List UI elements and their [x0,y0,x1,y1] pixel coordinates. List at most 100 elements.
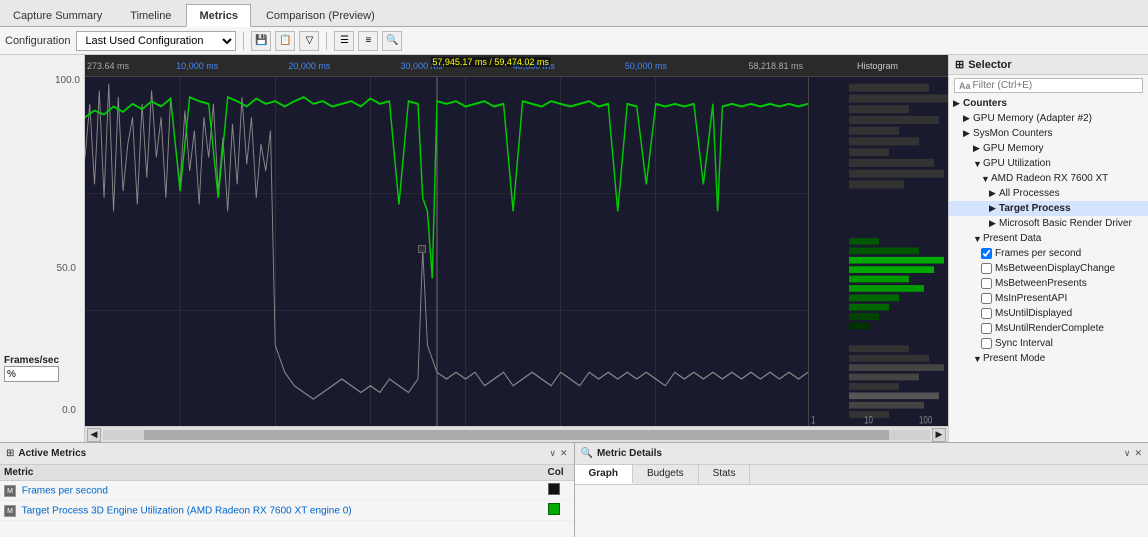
metric-row-2[interactable]: M Target Process 3D Engine Utilization (… [0,501,574,521]
tree-item-gpu-utilization[interactable]: ▼ GPU Utilization [949,156,1148,171]
tree-item-ms-until-displayed[interactable]: MsUntilDisplayed [949,306,1148,321]
tree-arrow: ▼ [973,354,983,364]
detail-tabs-bar: Graph Budgets Stats [575,465,1148,485]
toolbar: Configuration Last Used Configuration De… [0,27,1148,55]
metric-cell-2: M Target Process 3D Engine Utilization (… [0,501,544,521]
time-marker-5: 50,000 ms [625,61,667,71]
tree-label: Present Mode [983,353,1045,364]
tree-item-sync-interval[interactable]: Sync Interval [949,336,1148,351]
histogram-panel: 1 10 100 [808,77,948,426]
tab-timeline[interactable]: Timeline [117,4,184,26]
frames-per-sec-checkbox[interactable] [981,248,992,259]
toolbar-list2-btn[interactable]: ≡ [358,31,378,51]
chart-marker [418,245,426,253]
detail-tab-stats[interactable]: Stats [699,465,751,484]
tree-item-ms-in-present[interactable]: MsInPresentAPI [949,291,1148,306]
tree-item-target-process[interactable]: ▶ Target Process [949,201,1148,216]
tree-item-ms-between-display[interactable]: MsBetweenDisplayChange [949,261,1148,276]
tree-label: SysMon Counters [973,128,1052,139]
tree-item-ms-between-presents[interactable]: MsBetweenPresents [949,276,1148,291]
metric-details-close-btn[interactable]: ✕ [1134,448,1142,459]
config-select[interactable]: Last Used Configuration Default Custom [76,31,236,51]
tree-label: Microsoft Basic Render Driver [999,218,1132,229]
tree-label: GPU Memory (Adapter #2) [973,113,1092,124]
metric-icon-1: M [4,485,16,497]
active-metrics-panel: ⊞ Active Metrics ∨ ✕ Metric Col M Frames… [0,443,575,537]
toolbar-dropdown-btn[interactable]: ▽ [299,31,319,51]
tree-item-present-mode[interactable]: ▼ Present Mode [949,351,1148,366]
filter-box[interactable]: Aa [954,78,1143,93]
cursor-time: 57,945.17 ms / 59,474.02 ms [430,57,551,67]
tree-label: MsInPresentAPI [995,293,1067,304]
metric-row-1[interactable]: M Frames per second [0,481,574,501]
active-metrics-close-btn[interactable]: ✕ [560,448,568,459]
ms-until-render-checkbox[interactable] [981,323,992,334]
scroll-right-btn[interactable]: ▶ [932,428,946,442]
toolbar-copy-btn[interactable]: 📋 [275,31,295,51]
metric-color-1 [544,481,574,501]
filter-input[interactable] [973,80,1138,91]
tree-item-gpu-memory-adapter[interactable]: ▶ GPU Memory (Adapter #2) [949,111,1148,126]
tree-arrow: ▼ [981,174,991,184]
chart-svg [85,77,808,426]
scroll-thumb[interactable] [144,430,888,440]
filter-icon: Aa [959,81,971,91]
scroll-track[interactable] [103,430,930,440]
svg-text:1: 1 [811,414,815,426]
tree-arrow: ▶ [973,143,983,154]
tree-item-gpu-memory[interactable]: ▶ GPU Memory [949,141,1148,156]
selector-title: Selector [968,59,1011,71]
tree-arrow: ▶ [963,113,973,124]
sync-interval-checkbox[interactable] [981,338,992,349]
scroll-bar[interactable]: ◀ ▶ [85,426,948,442]
tree-item-sysmon[interactable]: ▶ SysMon Counters [949,126,1148,141]
tree-arrow: ▼ [973,159,983,169]
ms-until-displayed-checkbox[interactable] [981,308,992,319]
histogram-axis-label: Histogram [857,61,898,71]
metric-color-2 [544,501,574,521]
active-metrics-header: ⊞ Active Metrics ∨ ✕ [0,443,574,465]
ms-between-presents-checkbox[interactable] [981,278,992,289]
tree-arrow: ▶ [989,218,999,229]
tree-item-frames-per-sec[interactable]: Frames per second [949,246,1148,261]
main-chart[interactable] [85,77,808,426]
tree-item-ms-basic-render[interactable]: ▶ Microsoft Basic Render Driver [949,216,1148,231]
tree-item-ms-until-render[interactable]: MsUntilRenderComplete [949,321,1148,336]
metric-details-panel: 🔍 Metric Details ∨ ✕ Graph Budgets Stats [575,443,1148,537]
scroll-left-btn[interactable]: ◀ [87,428,101,442]
tree-item-counters[interactable]: ▶ Counters [949,96,1148,111]
tree-label: Target Process [999,203,1071,214]
right-sidebar: ⊞ Selector Aa ▶ Counters ▶ GPU Memory (A… [948,55,1148,442]
tree-arrow: ▼ [973,234,983,244]
top-tabs-bar: Capture Summary Timeline Metrics Compari… [0,0,1148,27]
tab-comparison[interactable]: Comparison (Preview) [253,4,388,26]
ms-between-display-checkbox[interactable] [981,263,992,274]
tree-label: Present Data [983,233,1041,244]
chart-row: 1 10 100 [85,77,948,426]
tab-capture-summary[interactable]: Capture Summary [0,4,115,26]
detail-tab-budgets[interactable]: Budgets [633,465,699,484]
tree-item-present-data[interactable]: ▼ Present Data [949,231,1148,246]
metric-details-collapse-btn[interactable]: ∨ [1124,448,1131,459]
metric-details-icon: 🔍 [581,448,593,459]
detail-tab-graph[interactable]: Graph [575,465,633,484]
svg-text:100: 100 [919,414,932,426]
tab-metrics[interactable]: Metrics [186,4,251,27]
toolbar-list-btn[interactable]: ☰ [334,31,354,51]
tree-label: Frames per second [995,248,1081,259]
metric-details-title: Metric Details [597,448,1120,459]
bottom-area: ⊞ Active Metrics ∨ ✕ Metric Col M Frames… [0,442,1148,537]
histogram-svg: 1 10 100 [809,77,948,426]
ms-in-present-checkbox[interactable] [981,293,992,304]
metric-link-1[interactable]: Frames per second [22,485,108,496]
active-metrics-collapse-btn[interactable]: ∨ [549,448,556,459]
toolbar-search-btn[interactable]: 🔍 [382,31,402,51]
tree-item-all-processes[interactable]: ▶ All Processes [949,186,1148,201]
metric-link-2[interactable]: Target Process 3D Engine Utilization (AM… [22,505,352,516]
color-swatch-2 [548,503,560,515]
tree-arrow: ▶ [989,188,999,199]
tree-label: MsBetweenDisplayChange [995,263,1115,274]
tree-item-amd-radeon[interactable]: ▼ AMD Radeon RX 7600 XT [949,171,1148,186]
frames-unit-input[interactable] [4,366,59,382]
toolbar-save-btn[interactable]: 💾 [251,31,271,51]
